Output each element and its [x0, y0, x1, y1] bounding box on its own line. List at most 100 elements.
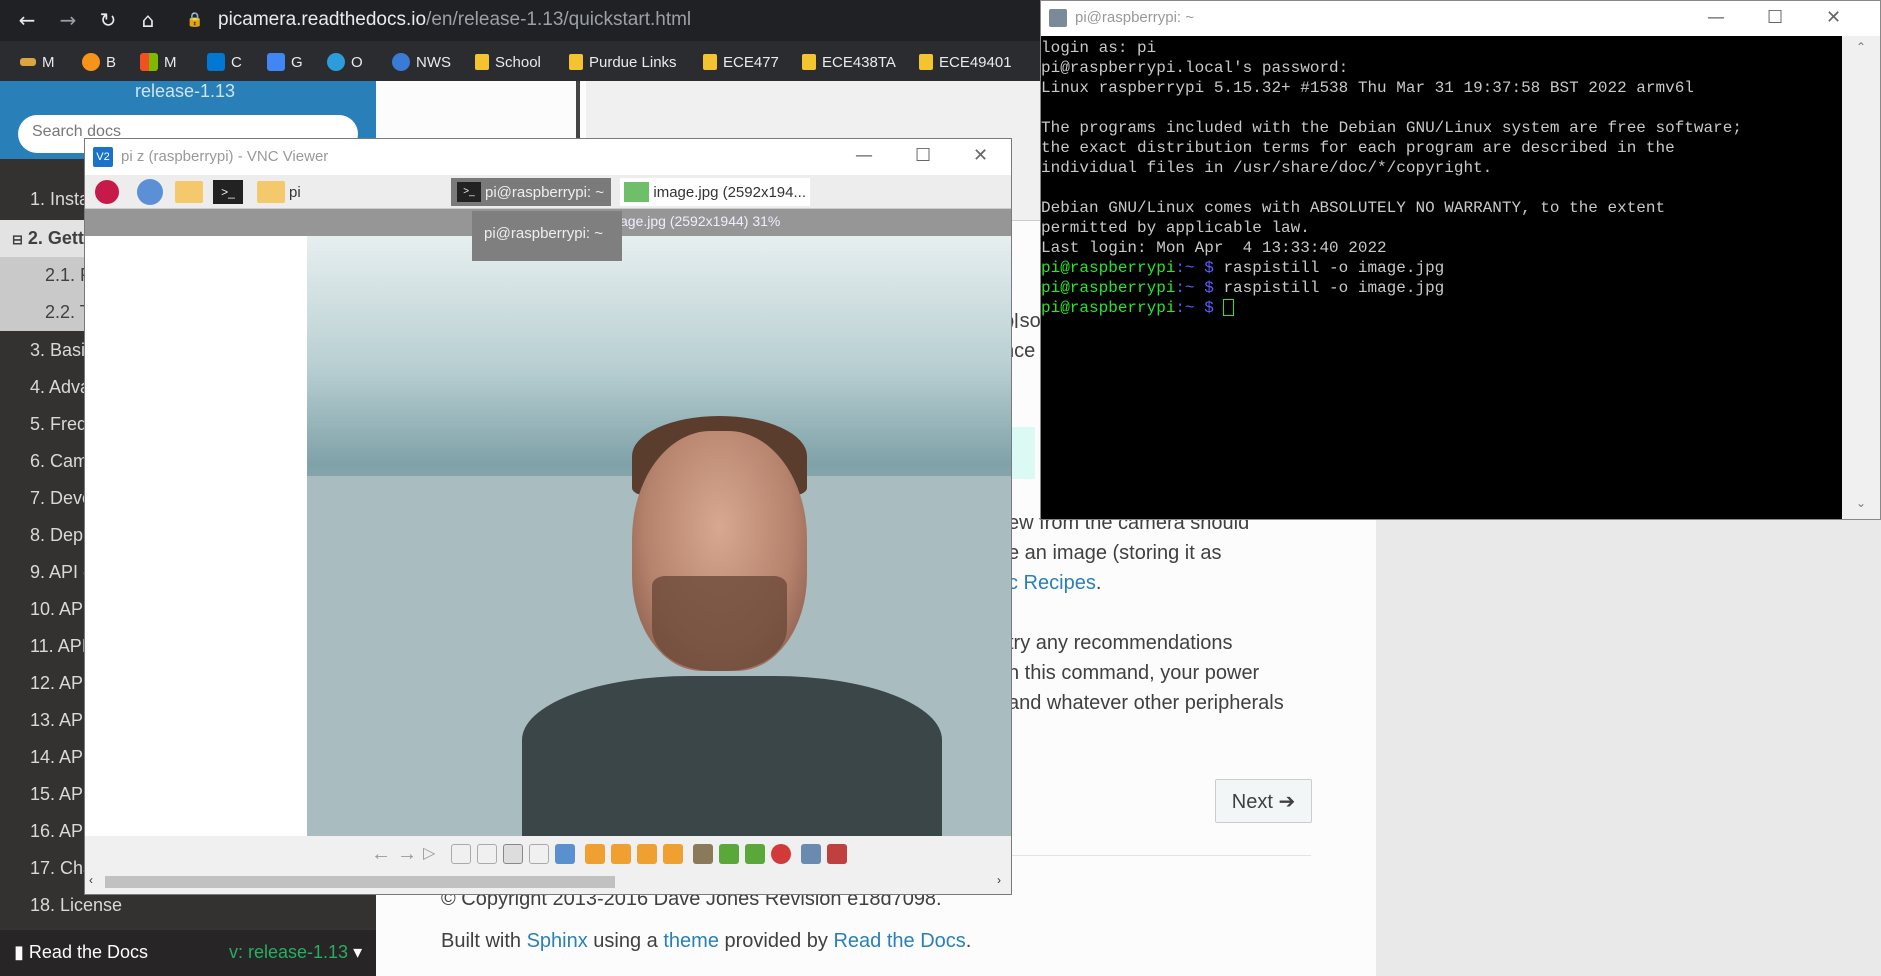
- prompt-path: :~ $: [1175, 299, 1214, 317]
- bookmark-label: C: [231, 53, 242, 71]
- prompt-path: :~ $: [1175, 279, 1214, 297]
- previous-icon[interactable]: ←: [371, 844, 391, 864]
- scroll-right-icon[interactable]: ›: [997, 873, 1001, 887]
- terminal-icon[interactable]: >_: [213, 178, 243, 206]
- url-domain: picamera.readthedocs.io: [218, 9, 427, 30]
- sphinx-link[interactable]: Sphinx: [527, 930, 588, 952]
- raspberry-menu-icon[interactable]: [95, 178, 119, 206]
- bookmark-3[interactable]: C: [207, 50, 242, 74]
- caret-down-icon: ▾: [353, 942, 363, 962]
- flip-horizontal-icon[interactable]: [637, 844, 657, 864]
- next-icon[interactable]: →: [397, 844, 417, 864]
- zoom-out-icon[interactable]: [451, 844, 471, 864]
- rotate-right-icon[interactable]: [611, 844, 631, 864]
- toc-item[interactable]: 18. License: [30, 895, 122, 916]
- bookmark-10[interactable]: ECE438TA: [802, 50, 896, 74]
- reload-icon[interactable]: ↻: [96, 8, 120, 32]
- toc-item[interactable]: 15. API: [30, 784, 88, 805]
- bookmark-label: ECE477: [723, 53, 779, 71]
- bookmark-5[interactable]: O: [327, 50, 363, 74]
- horizontal-scrollbar[interactable]: ‹ ›: [85, 870, 1011, 894]
- bookmark-4[interactable]: G: [267, 50, 303, 74]
- file-manager-icon[interactable]: [175, 178, 203, 206]
- toc-item[interactable]: 11. API: [30, 636, 87, 657]
- collapse-icon[interactable]: ⊟: [12, 232, 23, 247]
- built-text: Built with: [441, 930, 527, 952]
- doc-line: and whatever other peripherals: [1008, 692, 1284, 714]
- minimize-icon[interactable]: —: [1707, 7, 1725, 28]
- open-file-icon[interactable]: [693, 844, 713, 864]
- minimize-icon[interactable]: —: [855, 145, 873, 166]
- scroll-up-icon[interactable]: ⌃: [1856, 40, 1866, 54]
- toc-item[interactable]: 12. API: [30, 673, 88, 694]
- flip-vertical-icon[interactable]: [663, 844, 683, 864]
- zoom-in-icon[interactable]: [477, 844, 497, 864]
- close-icon[interactable]: ✕: [973, 145, 988, 166]
- toc-item[interactable]: 4. Adva: [30, 377, 90, 398]
- exit-icon[interactable]: [827, 844, 847, 864]
- terminal-scrollbar[interactable]: ⌃ ⌄: [1842, 36, 1880, 519]
- browser-globe-icon[interactable]: [137, 178, 163, 206]
- back-icon[interactable]: ←: [15, 8, 39, 32]
- terminal-line: The programs included with the Debian GN…: [1041, 119, 1742, 137]
- address-bar[interactable]: picamera.readthedocs.io/en/release-1.13/…: [218, 9, 691, 31]
- bookmark-8[interactable]: Purdue Links: [569, 50, 677, 74]
- toc-item[interactable]: 14. API: [30, 747, 88, 768]
- original-size-icon[interactable]: [529, 844, 549, 864]
- fit-icon[interactable]: [503, 844, 523, 864]
- toc-item[interactable]: 1. Insta: [30, 189, 89, 210]
- scroll-left-icon[interactable]: ‹: [89, 873, 93, 887]
- built-text: using a: [587, 930, 664, 952]
- terminal-output[interactable]: login as: pi pi@raspberrypi.local's pass…: [1041, 36, 1842, 519]
- taskbar-image[interactable]: image.jpg (2592x194...: [620, 178, 810, 206]
- scrollbar-thumb[interactable]: [105, 876, 615, 888]
- fullscreen-icon[interactable]: [555, 844, 575, 864]
- toc-item[interactable]: 13. API: [30, 710, 88, 731]
- version-label: v: release-1.13: [229, 942, 349, 962]
- delete-icon[interactable]: [771, 844, 791, 864]
- toc-item[interactable]: 16. API: [30, 821, 88, 842]
- image-viewer-toolbar: ← → ▷: [85, 836, 1011, 870]
- toc-item[interactable]: 6. Cam: [30, 451, 88, 472]
- bookmark-2[interactable]: M: [140, 50, 177, 74]
- toc-item[interactable]: 5. Freq: [30, 414, 87, 435]
- bookmark-11[interactable]: ECE49401: [919, 50, 1012, 74]
- bookmark-icon: [20, 58, 36, 66]
- bookmark-1[interactable]: B: [82, 50, 116, 74]
- rtd-footer-left[interactable]: ▮ Read the Docs: [14, 942, 148, 963]
- save-icon[interactable]: [719, 844, 739, 864]
- maximize-icon[interactable]: ☐: [1767, 7, 1783, 28]
- preferences-icon[interactable]: [801, 844, 821, 864]
- toc-item[interactable]: 7. Deve: [30, 488, 92, 509]
- scroll-down-icon[interactable]: ⌄: [1856, 496, 1866, 510]
- rtd-version-footer[interactable]: ▮ Read the Docs v: release-1.13 ▾: [0, 930, 376, 976]
- microsoft-icon: [140, 53, 158, 71]
- doc-line: try any recommendations: [1008, 632, 1233, 654]
- image-viewer-title: age.jpg (2592x1944) 31%: [620, 213, 781, 229]
- play-icon[interactable]: ▷: [423, 844, 443, 864]
- recipes-link[interactable]: c Recipes: [1008, 572, 1096, 594]
- bookmark-7[interactable]: School: [475, 50, 541, 74]
- maximize-icon[interactable]: ☐: [915, 145, 931, 166]
- taskbar-terminal[interactable]: >_ pi@raspberrypi: ~: [451, 178, 611, 206]
- rotate-left-icon[interactable]: [585, 844, 605, 864]
- folder-icon: [475, 54, 489, 70]
- taskbar-folder-pi[interactable]: pi: [257, 178, 301, 206]
- toc-item[interactable]: 9. API -: [30, 562, 89, 583]
- toc-item[interactable]: ⊟ 2. Gett: [12, 228, 84, 249]
- toc-item[interactable]: 10. API: [30, 599, 88, 620]
- next-button[interactable]: Next ➔: [1215, 779, 1312, 823]
- vnc-titlebar[interactable]: V2 pi z (raspberrypi) - VNC Viewer — ☐ ✕: [85, 139, 1011, 175]
- toc-item[interactable]: 8. Depr: [30, 525, 89, 546]
- close-icon[interactable]: ✕: [1826, 7, 1841, 28]
- version-selector[interactable]: v: release-1.13 ▾: [229, 942, 362, 963]
- rtd-link[interactable]: Read the Docs: [833, 930, 965, 952]
- bookmark-6[interactable]: NWS: [392, 50, 451, 74]
- bookmark-0[interactable]: M: [20, 50, 55, 74]
- forward-icon[interactable]: →: [56, 8, 80, 32]
- theme-link[interactable]: theme: [663, 930, 719, 952]
- home-icon[interactable]: ⌂: [136, 8, 160, 32]
- bookmark-9[interactable]: ECE477: [703, 50, 779, 74]
- terminal-titlebar[interactable]: pi@raspberrypi: ~ — ☐ ✕: [1041, 1, 1880, 36]
- save-as-icon[interactable]: [745, 844, 765, 864]
